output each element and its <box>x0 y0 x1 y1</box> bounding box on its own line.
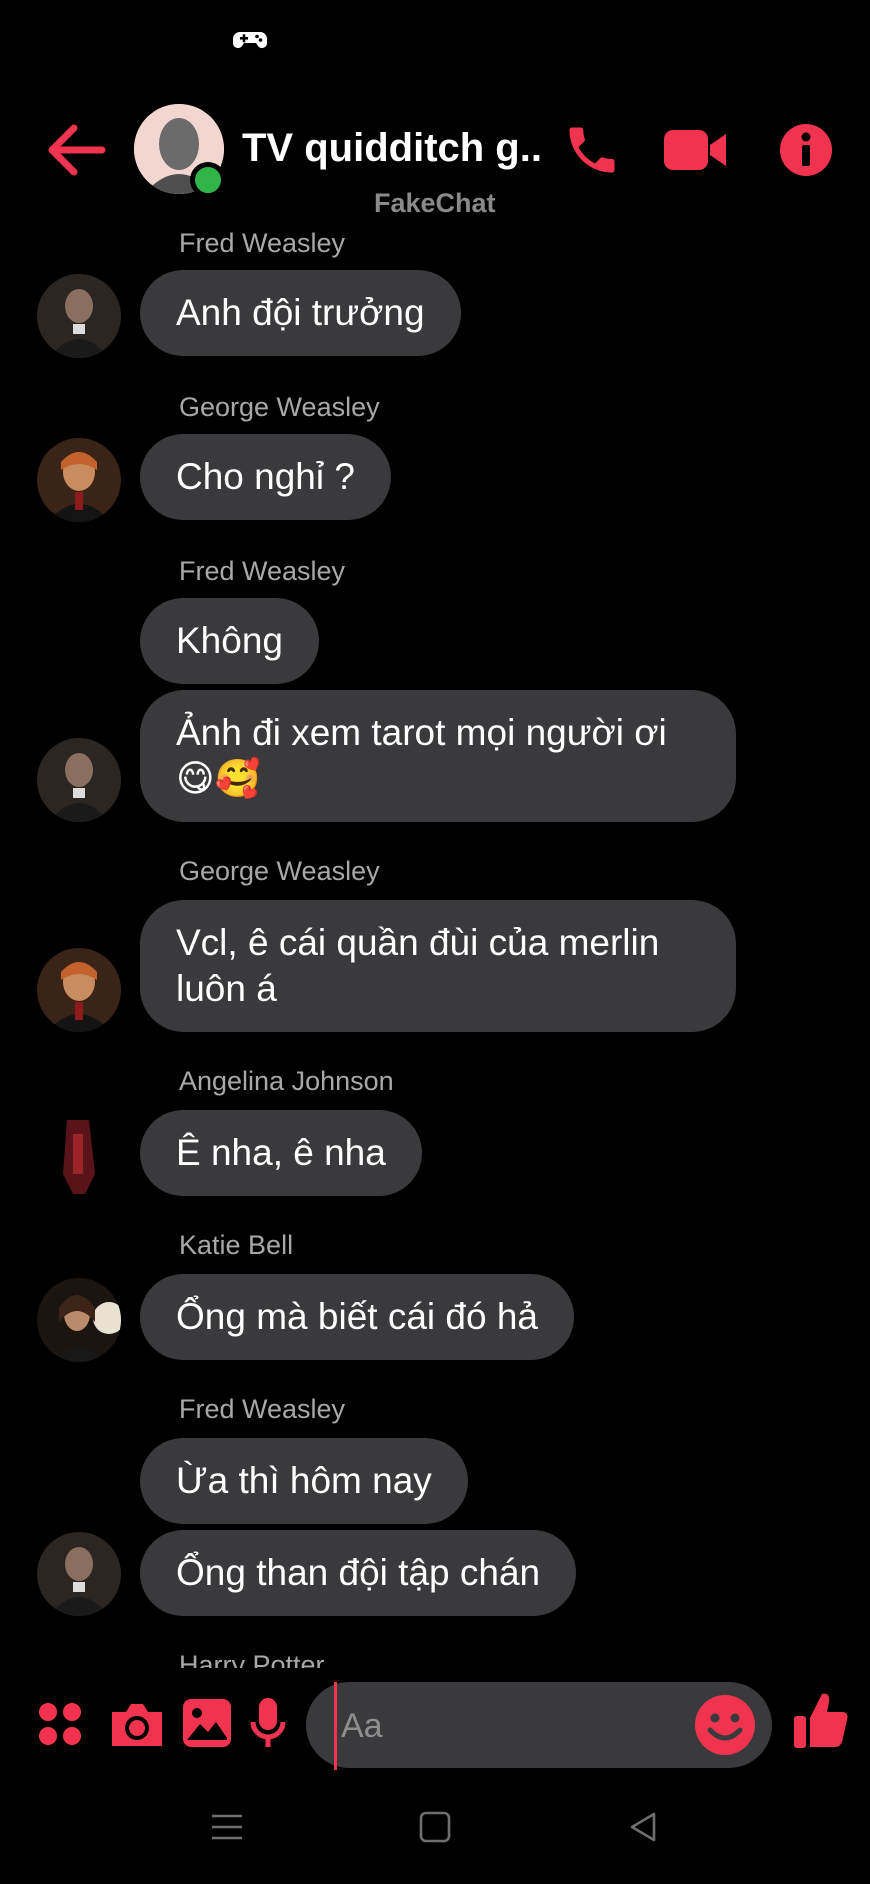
message-bubble[interactable]: Ảnh đi xem tarot mọi người ơi 😋🥰 <box>140 690 736 822</box>
sender-name: Katie Bell <box>179 1230 294 1260</box>
image-icon[interactable] <box>182 1698 232 1748</box>
angelina-avatar[interactable] <box>37 1114 121 1198</box>
chat-title[interactable]: TV quidditch g... <box>242 126 542 171</box>
message-bubble[interactable]: Không <box>140 598 319 684</box>
group-avatar[interactable] <box>134 104 226 198</box>
message-bubble[interactable]: Ổng than đội tập chán <box>140 1530 577 1616</box>
fred-avatar[interactable] <box>37 738 121 822</box>
sender-name: Fred Weasley <box>179 556 346 586</box>
sender-name: Harry Potter <box>179 1650 325 1668</box>
fred-avatar[interactable] <box>37 274 121 358</box>
camera-icon[interactable] <box>108 1698 166 1750</box>
chat-header: TV quidditch g... FakeChat <box>0 90 870 240</box>
microphone-icon[interactable] <box>250 1696 286 1752</box>
sender-name: Angelina Johnson <box>179 1066 394 1096</box>
menu-icon[interactable] <box>210 1810 244 1844</box>
message-emoji: 😋🥰 <box>176 758 261 799</box>
message-bubble[interactable]: Cho nghỉ ? <box>140 434 391 520</box>
system-nav-bar <box>0 1790 870 1884</box>
message-bubble[interactable]: Vcl, ê cái quần đùi của merlin luôn á <box>140 900 736 1032</box>
back-triangle-icon[interactable] <box>626 1810 660 1844</box>
home-icon[interactable] <box>418 1810 452 1844</box>
chat-subtitle: FakeChat <box>374 188 496 218</box>
message-list[interactable]: Fred Weasley Anh đội trưởng George Weasl… <box>0 220 870 1668</box>
message-composer <box>0 1670 870 1780</box>
phone-icon[interactable] <box>562 120 622 180</box>
katie-avatar[interactable] <box>37 1278 121 1362</box>
status-bar <box>0 0 870 80</box>
sender-name: George Weasley <box>179 392 380 422</box>
video-camera-icon[interactable] <box>662 120 728 180</box>
online-status-dot <box>190 162 226 198</box>
message-bubble[interactable]: Anh đội trưởng <box>140 270 461 356</box>
game-controller-icon <box>233 32 267 48</box>
george-avatar[interactable] <box>37 438 121 522</box>
sender-name: Fred Weasley <box>179 228 346 258</box>
four-dots-icon[interactable] <box>36 1700 84 1748</box>
smiley-icon[interactable] <box>694 1694 756 1756</box>
sender-name: George Weasley <box>179 856 380 886</box>
back-arrow-icon[interactable] <box>40 120 110 180</box>
info-icon[interactable] <box>778 122 834 178</box>
fred-avatar[interactable] <box>37 1532 121 1616</box>
message-bubble[interactable]: Ổng mà biết cái đó hả <box>140 1274 574 1360</box>
message-bubble[interactable]: Ê nha, ê nha <box>140 1110 422 1196</box>
thumbs-up-icon[interactable] <box>792 1690 850 1750</box>
message-input[interactable] <box>334 1682 703 1770</box>
sender-name: Fred Weasley <box>179 1394 346 1424</box>
message-bubble[interactable]: Ừa thì hôm nay <box>140 1438 468 1524</box>
george-avatar[interactable] <box>37 948 121 1032</box>
message-text: Ảnh đi xem tarot mọi người ơi <box>176 712 667 753</box>
